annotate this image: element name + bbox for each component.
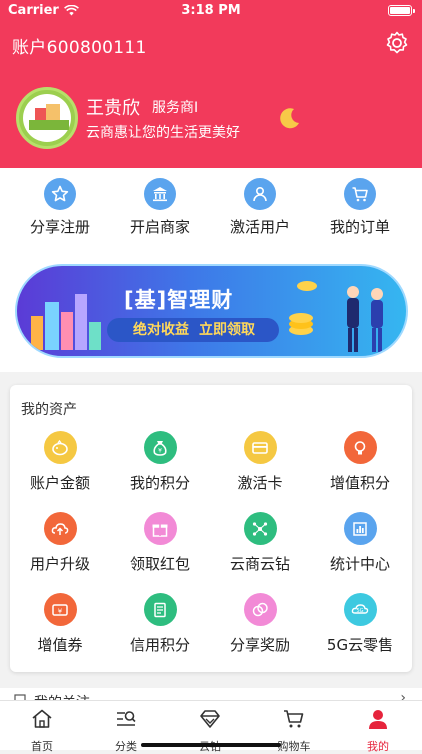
asset-label: 用户升级 <box>29 555 90 573</box>
asset-label: 5G云零售 <box>326 636 394 654</box>
people-illustration <box>347 286 383 352</box>
gift-icon <box>143 512 177 545</box>
store-icon <box>144 178 176 210</box>
card-icon <box>243 431 277 464</box>
asset-label: 分享奖励 <box>229 636 290 654</box>
asset-5g-retail[interactable]: 5G 5G云零售 <box>310 593 410 655</box>
asset-label: 信用积分 <box>129 636 190 654</box>
quick-action-label: 我的订单 <box>329 218 390 236</box>
piggy-bank-icon <box>43 431 77 464</box>
quick-action-my-orders[interactable]: 我的订单 <box>315 178 405 237</box>
asset-account-balance[interactable]: 账户金额 <box>10 431 110 493</box>
quick-action-share-register[interactable]: 分享注册 <box>15 178 105 237</box>
banner-cta: 立即领取 <box>199 322 255 338</box>
assets-card: 我的资产 账户金额 ¥ 我的积分 激活卡 增值积分 用户升级 领取红包 云商云钻… <box>10 385 412 672</box>
asset-coupon[interactable]: ¥ 增值券 <box>10 593 110 655</box>
moon-icon[interactable] <box>278 106 302 130</box>
asset-credit-points[interactable]: 信用积分 <box>110 593 210 655</box>
category-search-icon <box>117 711 136 726</box>
tab-bar: 首页 分类 云钻 购物车 我的 <box>0 700 422 753</box>
asset-value-added-points[interactable]: 增值积分 <box>310 431 410 493</box>
coupon-icon: ¥ <box>43 593 77 626</box>
asset-label: 统计中心 <box>329 555 390 573</box>
profile-header: Carrier 3:18 PM 账户600800111 王贵欣 服务商I 云商惠… <box>0 0 422 168</box>
svg-text:¥: ¥ <box>158 447 162 454</box>
coins-icon <box>243 593 277 626</box>
tab-label: 我的 <box>367 740 389 753</box>
profile-icon <box>369 710 387 729</box>
document-icon <box>143 593 177 626</box>
cart-icon <box>344 178 376 210</box>
asset-label: 增值积分 <box>329 474 390 492</box>
tab-profile[interactable]: 我的 <box>336 707 420 754</box>
home-icon <box>32 709 52 728</box>
city-illustration <box>31 294 101 350</box>
quick-action-activate-user[interactable]: 激活用户 <box>215 178 305 237</box>
chart-icon <box>343 512 377 545</box>
banner-tagline: 绝对收益 立即领取 <box>107 318 279 342</box>
tab-label: 首页 <box>31 740 53 753</box>
quick-action-open-store[interactable]: 开启商家 <box>115 178 205 237</box>
status-time: 3:18 PM <box>181 3 241 18</box>
quick-action-label: 激活用户 <box>229 218 290 236</box>
banner-tag: 绝对收益 <box>133 322 189 338</box>
svg-text:¥: ¥ <box>58 607 63 615</box>
battery-icon <box>388 5 415 16</box>
user-icon <box>244 178 276 210</box>
network-icon <box>243 512 277 545</box>
promo-banner[interactable]: [基]智理财 绝对收益 立即领取 <box>15 264 408 358</box>
money-bag-icon: ¥ <box>143 431 177 464</box>
asset-label: 云商云钻 <box>229 555 290 573</box>
5g-icon: 5G <box>343 593 377 626</box>
diamond-icon <box>200 710 220 728</box>
asset-cloud-diamond[interactable]: 云商云钻 <box>210 512 310 574</box>
asset-statistics-center[interactable]: 统计中心 <box>310 512 410 574</box>
avatar[interactable] <box>16 87 78 149</box>
quick-action-label: 开启商家 <box>129 218 190 236</box>
asset-my-points[interactable]: ¥ 我的积分 <box>110 431 210 493</box>
user-role-badge: 服务商I <box>152 100 199 116</box>
asset-label: 我的积分 <box>129 474 190 492</box>
asset-label: 领取红包 <box>129 555 190 573</box>
asset-label: 激活卡 <box>237 474 283 492</box>
asset-red-packet[interactable]: 领取红包 <box>110 512 210 574</box>
asset-label: 增值券 <box>37 636 83 654</box>
user-name: 王贵欣 <box>86 98 140 119</box>
asset-activation-card[interactable]: 激活卡 <box>210 431 310 493</box>
asset-user-upgrade[interactable]: 用户升级 <box>10 512 110 574</box>
assets-title: 我的资产 <box>21 402 77 418</box>
quick-actions: 分享注册 开启商家 激活用户 我的订单 <box>0 168 422 250</box>
banner-section: [基]智理财 绝对收益 立即领取 <box>0 250 422 372</box>
quick-action-label: 分享注册 <box>29 218 90 236</box>
bulb-icon <box>343 431 377 464</box>
slogan-text: 云商惠让您的生活更美好 <box>86 125 240 141</box>
asset-label: 账户金额 <box>29 474 90 492</box>
banner-title: [基]智理财 <box>124 288 234 312</box>
coins-illustration <box>289 281 317 335</box>
account-title: 账户600800111 <box>12 38 147 58</box>
status-bar: Carrier 3:18 PM <box>0 0 422 22</box>
cart-icon <box>284 710 304 728</box>
cloud-upload-icon <box>43 512 77 545</box>
gear-icon[interactable] <box>384 30 410 56</box>
tab-home[interactable]: 首页 <box>0 707 84 754</box>
asset-share-reward[interactable]: 分享奖励 <box>210 593 310 655</box>
home-indicator <box>141 743 281 747</box>
star-icon <box>44 178 76 210</box>
svg-text:5G: 5G <box>356 607 363 613</box>
